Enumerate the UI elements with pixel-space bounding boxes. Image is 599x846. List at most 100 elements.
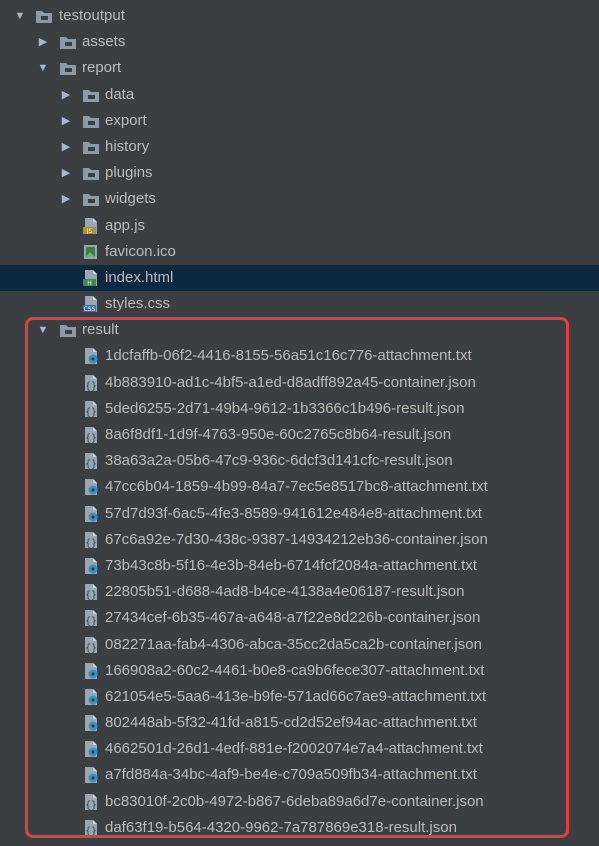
tree-item-label: 1dcfaffb-06f2-4416-8155-56a51c16c776-att…	[105, 347, 472, 365]
tree-file-item[interactable]: 4662501d-26d1-4edf-881e-f2002074e7a4-att…	[0, 736, 599, 762]
tree-item-label: index.html	[105, 268, 174, 286]
tree-item-label: export	[105, 111, 147, 129]
tree-item-label: 8a6f8df1-1d9f-4763-950e-60c2765c8b64-res…	[105, 426, 452, 443]
json-file-icon: {}	[82, 584, 100, 601]
tree-file-item[interactable]: 166908a2-60c2-4461-b0e8-ca9b6fece307-att…	[0, 658, 599, 684]
tree-item-label: 166908a2-60c2-4461-b0e8-ca9b6fece307-att…	[105, 661, 485, 679]
tree-item-label: app.js	[105, 216, 146, 234]
tree-item-label: 57d7d93f-6ac5-4fe3-8589-941612e484e8-att…	[105, 504, 482, 522]
chevron-right-icon[interactable]: ▶	[59, 82, 73, 108]
tree-file-item[interactable]: {} 67c6a92e-7d30-438c-9387-14934212eb36-c…	[0, 527, 599, 553]
tree-item-label: 5ded6255-2d71-49b4-9612-1b3366c1b496-res…	[105, 399, 465, 417]
tree-item-label: widgets	[105, 190, 156, 208]
tree-item-label: report	[82, 59, 122, 77]
image-file-icon	[82, 244, 100, 260]
tree-item-label: assets	[82, 33, 126, 51]
tree-file-item[interactable]: {} 27434cef-6b35-467a-a648-a7f22e8d226b-c…	[0, 605, 599, 631]
tree-folder-result[interactable]: ▼ result	[0, 317, 599, 343]
chevron-down-icon[interactable]: ▼	[36, 55, 50, 81]
tree-item-label: result	[82, 321, 119, 339]
tree-file-item[interactable]: 621054e5-5aa6-413e-b9fe-571ad66c7ae9-att…	[0, 684, 599, 710]
tree-folder-item[interactable]: ▶ export	[0, 108, 599, 134]
text-file-icon	[82, 505, 100, 522]
folder-icon	[59, 322, 77, 338]
tree-file-item[interactable]: {} bc83010f-2c0b-4972-b867-6deba89a6d7e-c…	[0, 789, 599, 815]
tree-item-label: 22805b51-d688-4ad8-b4ce-4138a4e06187-res…	[105, 583, 465, 601]
tree-folder-item[interactable]: ▶ data	[0, 82, 599, 108]
tree-file-item[interactable]: 47cc6b04-1859-4b99-84a7-7ec5e8517bc8-att…	[0, 474, 599, 500]
tree-item-label: data	[105, 85, 135, 103]
tree-folder-assets[interactable]: ▶ assets	[0, 29, 599, 55]
tree-item-label: 802448ab-5f32-41fd-a815-cd2d52ef94ac-att…	[105, 714, 477, 732]
folder-icon	[82, 87, 100, 103]
tree-item-label: favicon.ico	[105, 242, 176, 260]
tree-folder-report[interactable]: ▼ report	[0, 55, 599, 81]
tree-folder-item[interactable]: ▶ widgets	[0, 186, 599, 212]
svg-text:{}: {}	[85, 433, 97, 443]
tree-file-item[interactable]: {} 5ded6255-2d71-49b4-9612-1b3366c1b496-r…	[0, 396, 599, 422]
folder-icon	[82, 139, 100, 155]
tree-file-item[interactable]: 57d7d93f-6ac5-4fe3-8589-941612e484e8-att…	[0, 501, 599, 527]
chevron-right-icon[interactable]: ▶	[59, 134, 73, 160]
tree-file-item[interactable]: JS app.js	[0, 213, 599, 239]
tree-file-item[interactable]: {} 082271aa-fab4-4306-abca-35cc2da5ca2b-c…	[0, 632, 599, 658]
chevron-right-icon[interactable]: ▶	[59, 108, 73, 134]
json-file-icon: {}	[82, 400, 100, 417]
tree-item-label: a7fd884a-34bc-4af9-be4e-c709a509fb34-att…	[105, 766, 477, 784]
svg-text:{}: {}	[85, 459, 97, 469]
svg-text:{}: {}	[85, 616, 97, 626]
chevron-down-icon[interactable]: ▼	[36, 317, 50, 343]
folder-icon	[59, 34, 77, 50]
chevron-right-icon[interactable]: ▶	[59, 186, 73, 212]
tree-item-label: history	[105, 137, 150, 155]
svg-text:{}: {}	[85, 800, 97, 810]
tree-file-item[interactable]: favicon.ico	[0, 239, 599, 265]
chevron-right-icon[interactable]: ▶	[59, 160, 73, 186]
json-file-icon: {}	[82, 819, 100, 836]
json-file-icon: {}	[82, 636, 100, 653]
tree-item-label: plugins	[105, 164, 153, 182]
tree-file-item[interactable]: CSS styles.css	[0, 291, 599, 317]
tree-file-item[interactable]: 802448ab-5f32-41fd-a815-cd2d52ef94ac-att…	[0, 710, 599, 736]
text-file-icon	[82, 741, 100, 758]
text-file-icon	[82, 662, 100, 679]
tree-item-label: 4662501d-26d1-4edf-881e-f2002074e7a4-att…	[105, 740, 483, 758]
svg-text:{}: {}	[85, 407, 97, 417]
svg-text:H: H	[87, 280, 92, 286]
svg-text:{}: {}	[85, 643, 97, 653]
tree-folder-item[interactable]: ▶ history	[0, 134, 599, 160]
text-file-icon	[82, 348, 100, 365]
tree-file-item[interactable]: {} 22805b51-d688-4ad8-b4ce-4138a4e06187-r…	[0, 579, 599, 605]
folder-icon	[82, 165, 100, 181]
folder-icon	[82, 113, 100, 129]
tree-file-item[interactable]: 1dcfaffb-06f2-4416-8155-56a51c16c776-att…	[0, 343, 599, 369]
folder-icon	[59, 60, 77, 76]
tree-file-item[interactable]: {} 8a6f8df1-1d9f-4763-950e-60c2765c8b64-r…	[0, 422, 599, 448]
tree-item-label: 082271aa-fab4-4306-abca-35cc2da5ca2b-con…	[105, 635, 482, 653]
tree-file-item[interactable]: {} 4b883910-ad1c-4bf5-a1ed-d8adff892a45-c…	[0, 370, 599, 396]
tree-folder-item[interactable]: ▶ plugins	[0, 160, 599, 186]
tree-file-item[interactable]: Hindex.html	[0, 264, 599, 292]
json-file-icon: {}	[82, 427, 100, 443]
json-file-icon: {}	[82, 374, 100, 391]
tree-item-label: styles.css	[105, 295, 171, 313]
tree-item-label: daf63f19-b564-4320-9962-7a787869e318-res…	[105, 818, 457, 836]
folder-icon	[82, 191, 100, 207]
text-file-icon	[82, 767, 100, 784]
svg-text:{}: {}	[85, 590, 97, 600]
json-file-icon: {}	[82, 793, 100, 810]
svg-text:{}: {}	[85, 538, 97, 548]
chevron-right-icon[interactable]: ▶	[36, 29, 50, 55]
tree-item-label: bc83010f-2c0b-4972-b867-6deba89a6d7e-con…	[105, 792, 484, 810]
svg-text:{}: {}	[85, 826, 97, 836]
tree-file-item[interactable]: {} daf63f19-b564-4320-9962-7a787869e318-r…	[0, 815, 599, 841]
text-file-icon	[82, 715, 100, 732]
tree-file-item[interactable]: 73b43c8b-5f16-4e3b-84eb-6714fcf2084a-att…	[0, 553, 599, 579]
chevron-down-icon[interactable]: ▼	[13, 3, 27, 29]
svg-text:{}: {}	[85, 381, 97, 391]
tree-folder-testoutput[interactable]: ▼ testoutput	[0, 3, 599, 29]
tree-item-label: 621054e5-5aa6-413e-b9fe-571ad66c7ae9-att…	[105, 687, 487, 705]
tree-item-label: 67c6a92e-7d30-438c-9387-14934212eb36-con…	[105, 530, 488, 548]
tree-file-item[interactable]: a7fd884a-34bc-4af9-be4e-c709a509fb34-att…	[0, 762, 599, 788]
tree-file-item[interactable]: {} 38a63a2a-05b6-47c9-936c-6dcf3d141cfc-r…	[0, 448, 599, 474]
